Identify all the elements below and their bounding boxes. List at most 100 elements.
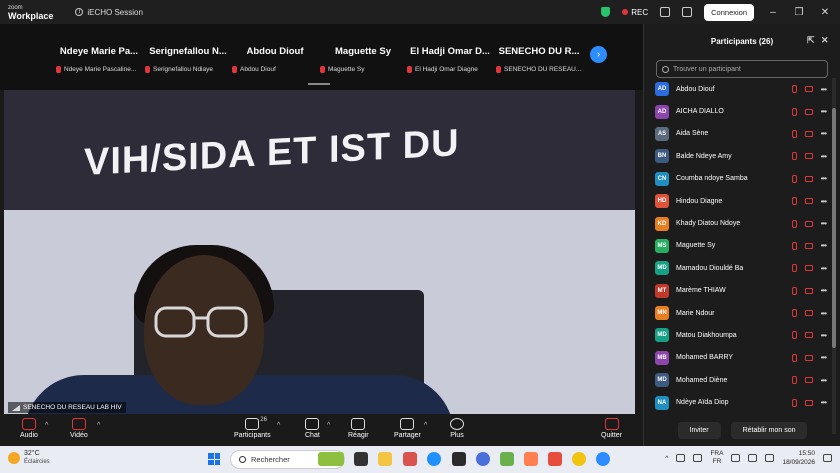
mic-muted-icon[interactable]	[791, 309, 797, 318]
shield-icon[interactable]	[601, 7, 611, 17]
widget-image-icon[interactable]	[318, 452, 344, 466]
scroll-thumb[interactable]	[832, 108, 836, 348]
gallery-tile[interactable]: Ndeye Marie Pa... Ndeye Marie Pascaline.…	[56, 46, 142, 86]
more-icon[interactable]: •••	[821, 219, 827, 228]
participant-row[interactable]: CN Coumba ndoye Samba •••	[644, 168, 834, 190]
more-icon[interactable]: •••	[821, 286, 827, 295]
wand-icon[interactable]	[660, 7, 671, 17]
window-icon[interactable]	[682, 7, 693, 17]
participant-row[interactable]: BN Balde Ndeye Amy •••	[644, 145, 834, 167]
restore-sound-button[interactable]: Rétablir mon son	[730, 421, 808, 439]
tray-app-icon[interactable]	[676, 454, 686, 462]
file-explorer-icon[interactable]	[378, 452, 392, 466]
camera-off-icon[interactable]	[804, 332, 813, 339]
mic-muted-icon[interactable]	[791, 331, 797, 340]
camera-off-icon[interactable]	[804, 399, 813, 406]
mic-muted-icon[interactable]	[791, 107, 797, 116]
photos-icon[interactable]	[403, 452, 417, 466]
popout-icon[interactable]: ⇱	[807, 36, 816, 45]
participant-row[interactable]: NA Ndèye Aïda Diop •••	[644, 391, 834, 413]
camera-off-icon[interactable]	[804, 265, 813, 272]
speaker-icon[interactable]	[748, 454, 758, 462]
store-icon[interactable]	[452, 452, 466, 466]
language-indicator[interactable]: FRA FR	[710, 450, 723, 466]
more-icon[interactable]: •••	[821, 197, 827, 206]
mic-muted-icon[interactable]	[791, 398, 797, 407]
restore-icon[interactable]: ❐	[792, 7, 806, 18]
mic-muted-icon[interactable]	[791, 174, 797, 183]
mic-muted-icon[interactable]	[791, 353, 797, 362]
chevron-up-icon[interactable]: ^	[97, 422, 100, 429]
task-view-icon[interactable]	[354, 452, 368, 466]
participant-row[interactable]: MD Matou Diakhoumpa •••	[644, 324, 834, 346]
tray-app-icon[interactable]	[693, 454, 703, 462]
more-icon[interactable]: •••	[821, 309, 827, 318]
app-icon[interactable]	[548, 452, 562, 466]
gallery-tile[interactable]: Maguette Sy Maguette Sy	[320, 46, 406, 86]
camera-off-icon[interactable]	[804, 130, 813, 137]
more-icon[interactable]: •••	[821, 376, 827, 385]
participant-row[interactable]: MT Marème THIAW •••	[644, 280, 834, 302]
chevron-up-icon[interactable]: ^	[424, 422, 427, 429]
participant-row[interactable]: MD Mamadou Diouldé Ba •••	[644, 257, 834, 279]
more-icon[interactable]: •••	[821, 264, 827, 273]
camera-off-icon[interactable]	[804, 220, 813, 227]
gallery-tile[interactable]: SENECHO DU R... SENECHO DU RESEAU...	[496, 46, 582, 86]
participant-row[interactable]: KD Khady Diatou Ndoye •••	[644, 212, 834, 234]
participant-row[interactable]: AS Aida Sène •••	[644, 123, 834, 145]
chevron-up-icon[interactable]: ^	[327, 422, 330, 429]
more-icon[interactable]: •••	[821, 353, 827, 362]
participant-row[interactable]: AD AICHA DIALLO •••	[644, 100, 834, 122]
chevron-up-icon[interactable]: ^	[45, 422, 48, 429]
camera-off-icon[interactable]	[804, 287, 813, 294]
more-icon[interactable]: •••	[821, 152, 827, 161]
participant-row[interactable]: AD Abdou Diouf •••	[644, 78, 834, 100]
camera-off-icon[interactable]	[804, 108, 813, 115]
gallery-tile[interactable]: Serignefallou N... Serignefallou Ndiaye	[145, 46, 231, 86]
gallery-tile[interactable]: Abdou Diouf Abdou Diouf	[232, 46, 318, 86]
camera-off-icon[interactable]	[804, 310, 813, 317]
camera-off-icon[interactable]	[804, 175, 813, 182]
minimize-icon[interactable]: –	[766, 7, 780, 18]
mic-muted-icon[interactable]	[791, 264, 797, 273]
more-icon[interactable]: •••	[821, 174, 827, 183]
mic-muted-icon[interactable]	[791, 129, 797, 138]
clock[interactable]: 15:50 18/09/2026	[782, 449, 815, 467]
app-icon[interactable]	[500, 452, 514, 466]
zoom-icon[interactable]	[596, 452, 610, 466]
session-info[interactable]: i iECHO Session	[75, 8, 143, 17]
main-video[interactable]: VIH/SIDA ET IST DU SENECHO DU RESEAU LAB…	[4, 90, 635, 414]
next-page-button[interactable]: ›	[590, 46, 607, 63]
gallery-tile[interactable]: El Hadji Omar D... El Hadji Omar Diagne	[407, 46, 493, 86]
participant-row[interactable]: MS Maguette Sy •••	[644, 235, 834, 257]
notification-icon[interactable]	[823, 454, 832, 462]
wifi-icon[interactable]	[731, 454, 741, 462]
weather-widget[interactable]: 32°C Éclaircies	[8, 450, 50, 466]
windows-start-icon[interactable]	[208, 453, 220, 465]
camera-off-icon[interactable]	[804, 354, 813, 361]
chat-button[interactable]: Chat	[305, 418, 320, 439]
react-button[interactable]: Réagir	[348, 418, 369, 439]
more-icon[interactable]: •••	[821, 85, 827, 94]
more-icon[interactable]: •••	[821, 331, 827, 340]
mic-muted-icon[interactable]	[791, 197, 797, 206]
app-icon[interactable]	[524, 452, 538, 466]
participant-row[interactable]: MB Mohamed BARRY •••	[644, 347, 834, 369]
recording-indicator[interactable]: REC	[622, 8, 648, 17]
edge-icon[interactable]	[427, 452, 441, 466]
participant-row[interactable]: MN Marie Ndour •••	[644, 302, 834, 324]
invite-button[interactable]: Inviter	[677, 421, 721, 439]
camera-off-icon[interactable]	[804, 242, 813, 249]
chevron-up-icon[interactable]: ^	[277, 422, 280, 429]
participants-button[interactable]: 26 Participants	[234, 417, 271, 439]
mic-muted-icon[interactable]	[791, 241, 797, 250]
participant-search-input[interactable]: Trouver un participant	[656, 60, 828, 78]
close-icon[interactable]: ✕	[818, 7, 832, 18]
participant-row[interactable]: MD Mohamed Diène •••	[644, 369, 834, 391]
mic-muted-icon[interactable]	[791, 85, 797, 94]
mic-muted-icon[interactable]	[791, 219, 797, 228]
participant-row[interactable]: HD Hindou Diagne •••	[644, 190, 834, 212]
participant-scrollbar[interactable]	[832, 78, 836, 434]
connexion-button[interactable]: Connexion	[704, 3, 754, 21]
camera-off-icon[interactable]	[804, 198, 813, 205]
